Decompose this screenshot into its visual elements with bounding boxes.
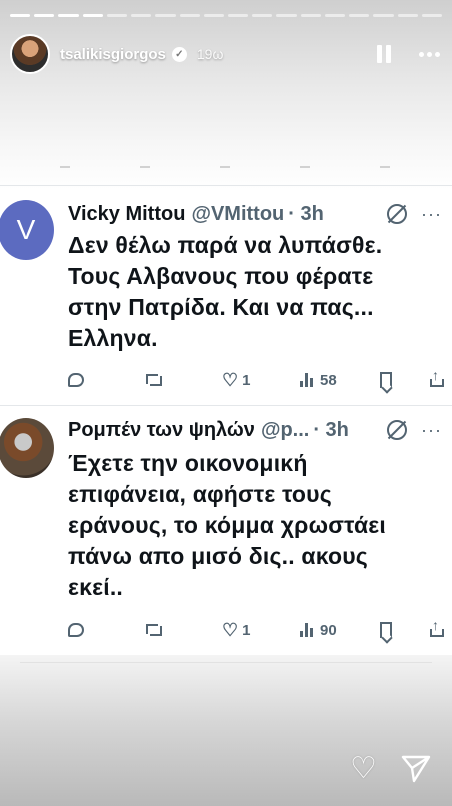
story-viewer: tsalikisgiorgos ✓ 19ω V Vicky Mittou @VM… [0, 0, 452, 806]
views-count: 58 [320, 371, 337, 389]
views-button[interactable]: 58 [300, 372, 337, 389]
tweet-avatar[interactable] [0, 418, 54, 478]
tweet-line: Δεν θέλω παρά να λυπάσθε. [68, 232, 383, 258]
bookmark-button[interactable] [380, 622, 392, 638]
tweet-text: Δεν θέλω παρά να λυπάσθε. Τους Αλβανους … [68, 230, 432, 354]
bookmark-icon [380, 372, 392, 388]
tweet-more-icon[interactable]: ··· [421, 204, 442, 225]
more-icon[interactable] [419, 51, 440, 57]
views-icon [300, 373, 316, 387]
share-button[interactable] [430, 367, 444, 387]
views-icon [300, 623, 316, 637]
share-icon [430, 617, 444, 637]
progress-segment [300, 14, 321, 17]
progress-segment [276, 14, 297, 17]
retweet-icon [146, 624, 162, 636]
tweet-header: Ρομπέν των ψηλών @p... · 3h ··· [68, 416, 442, 444]
retweet-button[interactable] [146, 624, 162, 636]
tweet-line: στην Πατρίδα. Και να πας... [68, 294, 374, 320]
cut-off-action-row [20, 162, 432, 172]
story-time: 19ω [196, 46, 224, 62]
progress-segment [106, 14, 128, 17]
share-button[interactable] [430, 617, 444, 637]
tweet-author-name[interactable]: Ρομπέν των ψηλών [68, 419, 255, 442]
reply-button[interactable] [68, 623, 84, 637]
tweet-line: εκεί.. [68, 574, 124, 600]
progress-segment [349, 14, 370, 17]
retweet-icon [146, 374, 162, 386]
progress-segment [421, 14, 442, 17]
tweet[interactable]: Ρομπέν των ψηλών @p... · 3h ··· Έχετε τη… [0, 416, 452, 646]
progress-segment [373, 14, 394, 17]
like-count: 1 [242, 371, 251, 389]
views-count: 90 [320, 621, 337, 639]
divider [0, 405, 452, 406]
reply-icon [68, 623, 84, 637]
verified-icon: ✓ [171, 46, 187, 62]
tweet-line: εράνους, το κόμμα χρωστάει [68, 512, 387, 538]
reply-icon [68, 373, 84, 387]
tweet-line: Τους Αλβανους που φέρατε [68, 263, 374, 289]
bookmark-icon [380, 622, 392, 638]
tweet-header: Vicky Mittou @VMittou · 3h ··· [68, 200, 442, 228]
progress-segment [10, 14, 31, 17]
progress-segment [397, 14, 418, 17]
like-button[interactable]: ♡ 1 [222, 621, 250, 639]
bookmark-button[interactable] [380, 372, 392, 388]
tweet-line: Ελληνα. [68, 325, 158, 351]
tweet-time: · 3h [313, 418, 349, 441]
progress-segment [131, 14, 152, 17]
views-button[interactable]: 90 [300, 622, 337, 639]
like-button[interactable]: ♡ 1 [222, 371, 250, 389]
grok-icon[interactable] [387, 420, 408, 440]
tweet-actions: ♡ 1 58 [68, 367, 444, 392]
user-avatar[interactable] [10, 34, 50, 74]
story-progress [10, 14, 442, 17]
tweet-avatar[interactable]: V [0, 200, 54, 260]
progress-segment [324, 14, 346, 17]
progress-segment [252, 14, 273, 17]
progress-segment [179, 14, 200, 17]
progress-segment [155, 14, 176, 17]
story-footer: ♡ [0, 746, 452, 806]
progress-segment [82, 14, 103, 17]
like-icon: ♡ [222, 620, 239, 640]
tweet-author-name[interactable]: Vicky Mittou [68, 203, 185, 226]
divider [20, 662, 432, 663]
reply-button[interactable] [68, 373, 84, 387]
tweet-line: επιφάνεια, αφήστε τους [68, 481, 332, 507]
share-icon [430, 367, 444, 387]
story-header: tsalikisgiorgos ✓ 19ω [10, 34, 440, 74]
tweet-line: Έχετε την οικονομική [68, 450, 308, 476]
like-icon: ♡ [222, 370, 239, 390]
divider [0, 185, 452, 186]
tweet-text: Έχετε την οικονομική επιφάνεια, αφήστε τ… [68, 448, 432, 603]
send-icon[interactable] [400, 754, 432, 784]
tweet-line: πάνω απο μισό δις.. ακους [68, 543, 368, 569]
tweet-actions: ♡ 1 90 [68, 617, 444, 642]
progress-segment [203, 14, 224, 17]
tweet[interactable]: V Vicky Mittou @VMittou · 3h ··· Δεν θέλ… [0, 200, 452, 400]
progress-segment [227, 14, 249, 17]
tweet-author-handle[interactable]: @p... [261, 419, 309, 442]
like-count: 1 [242, 621, 251, 639]
username[interactable]: tsalikisgiorgos [60, 46, 166, 63]
tweet-time: · 3h [288, 202, 324, 225]
tweet-author-handle[interactable]: @VMittou [191, 203, 284, 226]
grok-icon[interactable] [387, 204, 408, 224]
heart-icon[interactable]: ♡ [350, 754, 377, 784]
pause-icon[interactable] [377, 45, 393, 63]
progress-segment [58, 14, 79, 17]
retweet-button[interactable] [146, 374, 162, 386]
progress-segment [34, 14, 55, 17]
tweet-more-icon[interactable]: ··· [421, 420, 442, 441]
